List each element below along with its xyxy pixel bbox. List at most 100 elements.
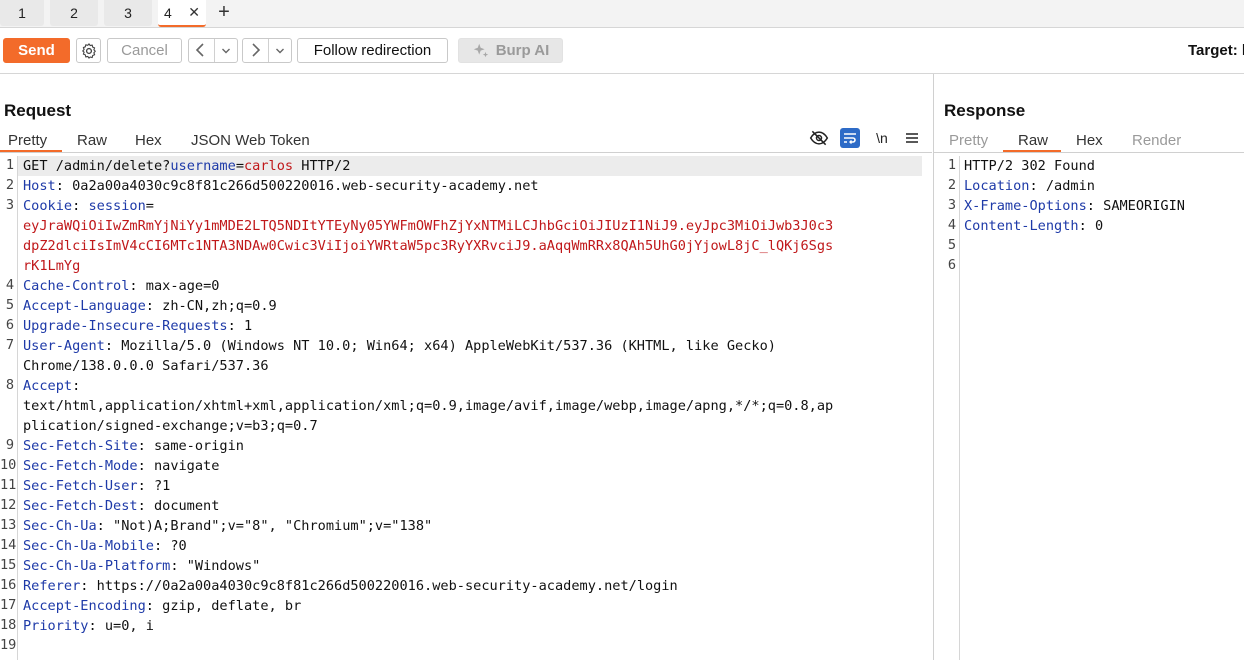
add-tab-button[interactable]: + — [214, 0, 234, 24]
close-icon[interactable]: ✕ — [188, 4, 200, 21]
newline-icon[interactable]: \n — [872, 128, 892, 148]
text-token: : 0 — [1078, 218, 1104, 234]
code-line: 7 User-Agent: Mozilla/5.0 (Windows NT 10.… — [0, 336, 932, 356]
chevron-down-icon[interactable] — [221, 41, 231, 61]
text-token: : ?0 — [153, 538, 187, 554]
value-token: dpZ2dlciIsImV4cCI6MTc1NTA3NDAw0Cwic3ViIj… — [23, 238, 834, 254]
code-line: 13 Sec-Ch-Ua: "Not)A;Brand";v="8", "Chrom… — [0, 516, 932, 536]
line-number: 12 — [0, 497, 17, 513]
text-token: : "Windows" — [170, 558, 261, 574]
parameter-name: username — [170, 158, 236, 174]
text-token: : 1 — [227, 318, 253, 334]
line-number: 6 — [5, 317, 14, 333]
code-line: 5 Accept-Language: zh-CN,zh;q=0.9 — [0, 296, 932, 316]
tab-label: 2 — [70, 5, 78, 21]
line-content: Cache-Control: max-age=0 — [23, 276, 219, 296]
tab-pretty[interactable]: Pretty — [8, 132, 47, 149]
header-name: Host — [23, 178, 56, 194]
text-token: : max-age=0 — [129, 278, 220, 294]
text-token: : SAMEORIGIN — [1086, 198, 1185, 214]
line-content: Sec-Ch-Ua-Mobile: ?0 — [23, 536, 187, 556]
split-divider — [214, 39, 215, 62]
response-view-tabs: Pretty Raw Hex Render — [934, 128, 1244, 153]
line-number: 4 — [5, 277, 14, 293]
tab-hex[interactable]: Hex — [1076, 132, 1103, 149]
text-token: : same-origin — [137, 438, 244, 454]
chevron-down-icon[interactable] — [275, 41, 285, 61]
response-editor[interactable]: 1 HTTP/2 302 Found 2 Location: /admin 3 X-Fra… — [934, 156, 1244, 660]
cancel-button[interactable]: Cancel — [107, 38, 182, 63]
settings-button[interactable] — [76, 38, 101, 63]
line-number: 6 — [947, 257, 956, 273]
settings-gear-icon — [81, 42, 96, 59]
line-number: 19 — [0, 637, 17, 653]
header-name: Accept-Encoding — [23, 598, 146, 614]
code-line: 17 Accept-Encoding: gzip, deflate, br — [0, 596, 932, 616]
line-content: Sec-Fetch-Dest: document — [23, 496, 219, 516]
target-label[interactable]: Target: h — [1188, 42, 1244, 59]
arrow-left-icon — [195, 43, 204, 57]
split-divider — [268, 39, 269, 62]
burp-ai-label: Burp AI — [495, 42, 550, 59]
header-name: Sec-Ch-Ua-Mobile — [23, 538, 154, 554]
text-token: : — [72, 378, 81, 394]
tab-hex[interactable]: Hex — [135, 132, 162, 149]
header-name: Cookie — [23, 198, 73, 214]
value-token: rK1LmYg — [23, 258, 81, 274]
tab-render[interactable]: Render — [1132, 132, 1181, 149]
header-name: Sec-Ch-Ua — [23, 518, 97, 534]
text-token: : 0a2a00a4030c9c8f81c266d500220016.web-s… — [55, 178, 539, 194]
sparkle-icon — [473, 43, 488, 57]
header-name: Sec-Fetch-Mode — [23, 458, 138, 474]
header-name: Upgrade-Insecure-Requests — [23, 318, 228, 334]
text-token: : zh-CN,zh;q=0.9 — [145, 298, 277, 314]
line-content: X-Frame-Options: SAMEORIGIN — [964, 196, 1185, 216]
previous-request-button[interactable] — [188, 38, 238, 63]
follow-redirection-button[interactable]: Follow redirection — [297, 38, 448, 63]
code-line: 19 — [0, 636, 932, 656]
line-content: Cookie: session= — [23, 196, 154, 216]
code-line: 15 Sec-Ch-Ua-Platform: "Windows" — [0, 556, 932, 576]
line-content: Accept: — [23, 376, 80, 396]
menu-icon — [906, 133, 918, 143]
tab-json-web-token[interactable]: JSON Web Token — [191, 132, 310, 149]
tab-pretty[interactable]: Pretty — [949, 132, 988, 149]
line-content: Accept-Language: zh-CN,zh;q=0.9 — [23, 296, 277, 316]
text-token: : https://0a2a00a4030c9c8f81c266d5002200… — [80, 578, 678, 594]
code-line: Chrome/138.0.0.0 Safari/537.36 — [0, 356, 932, 376]
line-content: Sec-Ch-Ua-Platform: "Windows" — [23, 556, 260, 576]
line-number: 4 — [947, 217, 956, 233]
code-line: plication/signed-exchange;v=b3;q=0.7 — [0, 416, 932, 436]
header-name: Sec-Fetch-Dest — [23, 498, 138, 514]
header-name: Cache-Control — [23, 278, 130, 294]
line-number: 8 — [5, 377, 14, 393]
code-line: 14 Sec-Ch-Ua-Mobile: ?0 — [0, 536, 932, 556]
line-content: HTTP/2 302 Found — [964, 156, 1095, 176]
code-line: text/html,application/xhtml+xml,applicat… — [0, 396, 932, 416]
line-number: 5 — [947, 237, 956, 253]
tab-4[interactable]: 4 ✕ — [158, 0, 206, 27]
line-number: 3 — [5, 197, 14, 213]
header-name: Priority — [23, 618, 89, 634]
response-title: Response — [944, 101, 1026, 120]
code-line: 4 Content-Length: 0 — [934, 216, 1244, 236]
tab-2[interactable]: 2 — [50, 0, 98, 26]
request-editor[interactable]: 1 GET /admin/delete?username=carlos HTTP/… — [0, 156, 932, 660]
line-number: 1 — [947, 157, 956, 173]
next-request-button[interactable] — [242, 38, 292, 63]
line-number: 11 — [0, 477, 17, 493]
word-wrap-button[interactable] — [840, 128, 860, 148]
tab-3[interactable]: 3 — [104, 0, 152, 26]
burp-ai-button[interactable]: Burp AI — [458, 38, 563, 63]
tab-raw[interactable]: Raw — [77, 132, 107, 149]
line-content: dpZ2dlciIsImV4cCI6MTc1NTA3NDAw0Cwic3ViIj… — [23, 236, 833, 256]
code-line: dpZ2dlciIsImV4cCI6MTc1NTA3NDAw0Cwic3ViIj… — [0, 236, 932, 256]
tab-raw[interactable]: Raw — [1018, 132, 1048, 149]
header-name: User-Agent — [23, 338, 105, 354]
menu-button[interactable] — [902, 128, 922, 148]
text-token: Chrome/138.0.0.0 Safari/537.36 — [23, 358, 269, 374]
response-tabs-divider — [934, 152, 1244, 153]
tab-1[interactable]: 1 — [0, 0, 44, 26]
send-button[interactable]: Send — [3, 38, 70, 63]
hide-non-printable-button[interactable] — [809, 128, 829, 148]
